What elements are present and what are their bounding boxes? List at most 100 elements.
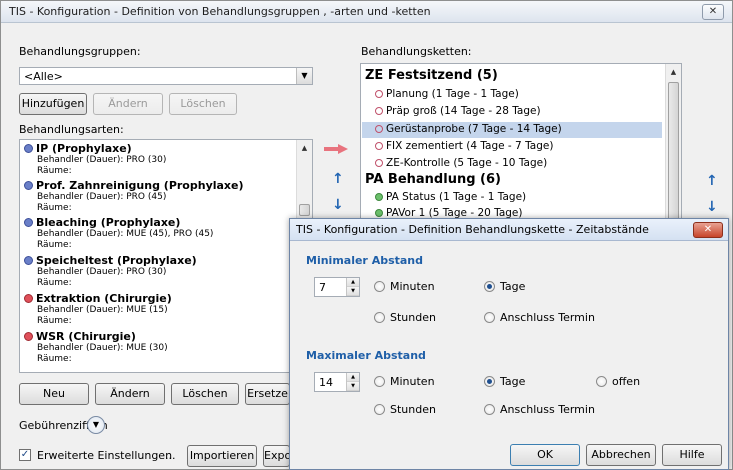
min-minuten-radio[interactable]: Minuten xyxy=(374,280,435,293)
art-raeume: Räume: xyxy=(37,278,72,288)
close-icon[interactable]: ✕ xyxy=(693,222,723,238)
kette-group-title: ZE Festsitzend (5) xyxy=(365,68,498,83)
art-name: IP (Prophylaxe) xyxy=(36,142,132,155)
arrow-down-icon[interactable]: ↓ xyxy=(332,197,344,213)
gruppen-selected: <Alle> xyxy=(24,70,63,83)
delete-art-button[interactable]: Löschen xyxy=(171,383,239,405)
ketten-list[interactable]: ZE Festsitzend (5) Planung (1 Tage - 1 T… xyxy=(360,63,682,223)
art-behandler: Behandler (Dauer): PRO (30) xyxy=(37,267,167,277)
kette-group-title: PA Behandlung (6) xyxy=(365,172,501,187)
list-item[interactable]: Extraktion (Chirurgie) Behandler (Dauer)… xyxy=(24,292,172,327)
add-gruppe-button[interactable]: Hinzufügen xyxy=(19,93,87,115)
arrow-down-icon[interactable]: ↓ xyxy=(706,199,718,215)
art-raeume: Räume: xyxy=(37,354,72,364)
radio-label: Anschluss Termin xyxy=(500,403,595,416)
new-art-button[interactable]: Neu xyxy=(19,383,89,405)
min-stunden-radio[interactable]: Stunden xyxy=(374,311,436,324)
cancel-button[interactable]: Abbrechen xyxy=(586,444,656,466)
ellipsis-text: ... xyxy=(165,449,176,462)
kette-item-label: Planung (1 Tage - 1 Tage) xyxy=(386,88,519,100)
art-behandler: Behandler (Dauer): PRO (45) xyxy=(37,192,167,202)
status-dot-icon xyxy=(24,256,33,265)
art-name: WSR (Chirurgie) xyxy=(36,330,136,343)
chevron-down-icon[interactable]: ▼ xyxy=(296,68,312,84)
arrow-up-icon[interactable]: ↑ xyxy=(706,173,718,189)
arten-list[interactable]: IP (Prophylaxe) Behandler (Dauer): PRO (… xyxy=(19,139,313,373)
help-button[interactable]: Hilfe xyxy=(662,444,722,466)
spin-up-icon[interactable]: ▲ xyxy=(347,278,359,287)
gruppen-label: Behandlungsgruppen: xyxy=(19,45,141,58)
radio-label: Tage xyxy=(500,375,526,388)
max-stunden-radio[interactable]: Stunden xyxy=(374,403,436,416)
list-item[interactable]: WSR (Chirurgie) Behandler (Dauer): MUE (… xyxy=(24,330,168,365)
radio-label: Minuten xyxy=(390,280,435,293)
max-anschluss-radio[interactable]: Anschluss Termin xyxy=(484,403,595,416)
list-item[interactable]: Präp groß (14 Tage - 28 Tage) xyxy=(375,105,541,117)
status-dot-icon xyxy=(24,218,33,227)
min-value-stepper[interactable]: 7 ▲ ▼ xyxy=(314,277,360,297)
spin-down-icon[interactable]: ▼ xyxy=(347,382,359,391)
ring-icon xyxy=(375,209,383,217)
list-item[interactable]: Gerüstanprobe (7 Tage - 14 Tage) xyxy=(375,123,562,135)
min-tage-radio[interactable]: Tage xyxy=(484,280,525,293)
replace-art-button[interactable]: Ersetze xyxy=(245,383,290,405)
list-item[interactable]: IP (Prophylaxe) Behandler (Dauer): PRO (… xyxy=(24,142,166,177)
status-dot-icon xyxy=(24,144,33,153)
art-behandler: Behandler (Dauer): PRO (30) xyxy=(37,155,167,165)
art-behandler: Behandler (Dauer): MUE (15) xyxy=(37,305,168,315)
list-item[interactable]: ZE-Kontrolle (5 Tage - 10 Tage) xyxy=(375,157,547,169)
min-value: 7 xyxy=(319,281,326,294)
radio-label: Stunden xyxy=(390,403,436,416)
delete-gruppe-button[interactable]: Löschen xyxy=(169,93,237,115)
status-dot-icon xyxy=(24,181,33,190)
ring-icon xyxy=(375,107,383,115)
ok-button[interactable]: OK xyxy=(510,444,580,466)
list-item[interactable]: Planung (1 Tage - 1 Tage) xyxy=(375,88,519,100)
scroll-up-icon[interactable]: ▲ xyxy=(666,64,681,80)
list-item[interactable]: FIX zementiert (4 Tage - 7 Tage) xyxy=(375,140,553,152)
list-item[interactable]: Prof. Zahnreinigung (Prophylaxe) Behandl… xyxy=(24,179,244,214)
min-anschluss-radio[interactable]: Anschluss Termin xyxy=(484,311,595,324)
gruppen-dropdown[interactable]: <Alle> ▼ xyxy=(19,67,313,85)
kette-item-label: FIX zementiert (4 Tage - 7 Tage) xyxy=(386,140,554,152)
scroll-up-icon[interactable]: ▲ xyxy=(297,140,312,156)
list-item[interactable]: PA Status (1 Tage - 1 Tage) xyxy=(375,191,526,203)
export-button[interactable]: Expo xyxy=(263,445,290,467)
dialog-title: TIS - Konfiguration - Definition Behandl… xyxy=(296,223,649,236)
edit-art-button[interactable]: Ändern xyxy=(95,383,165,405)
radio-label: Stunden xyxy=(390,311,436,324)
art-raeume: Räume: xyxy=(37,240,72,250)
art-raeume: Räume: xyxy=(37,166,72,176)
ketten-scrollbar[interactable]: ▲ xyxy=(665,64,681,222)
expand-chevron-icon[interactable]: ▼ xyxy=(87,416,105,434)
radio-label: Anschluss Termin xyxy=(500,311,595,324)
scroll-thumb[interactable] xyxy=(668,82,679,220)
spin-down-icon[interactable]: ▼ xyxy=(347,287,359,296)
ring-icon xyxy=(375,159,383,167)
close-icon[interactable]: ✕ xyxy=(702,4,724,20)
art-behandler: Behandler (Dauer): MUE (45), PRO (45) xyxy=(37,229,214,239)
list-item[interactable]: Speicheltest (Prophylaxe) Behandler (Dau… xyxy=(24,254,197,289)
arrow-right-icon[interactable] xyxy=(324,144,348,154)
radio-label: Tage xyxy=(500,280,526,293)
spin-up-icon[interactable]: ▲ xyxy=(347,373,359,382)
radio-label: Minuten xyxy=(390,375,435,388)
arten-label: Behandlungsarten: xyxy=(19,123,124,136)
max-minuten-radio[interactable]: Minuten xyxy=(374,375,435,388)
dialog-title-bar: TIS - Konfiguration - Definition Behandl… xyxy=(290,219,728,241)
window-title: TIS - Konfiguration - Definition von Beh… xyxy=(9,5,431,18)
max-value-stepper[interactable]: 14 ▲ ▼ xyxy=(314,372,360,392)
max-tage-radio[interactable]: Tage xyxy=(484,375,525,388)
arrow-up-icon[interactable]: ↑ xyxy=(332,171,344,187)
scroll-thumb[interactable] xyxy=(299,204,310,216)
edit-gruppe-button[interactable]: Ändern xyxy=(93,93,163,115)
list-item[interactable]: Bleaching (Prophylaxe) Behandler (Dauer)… xyxy=(24,216,213,251)
extended-settings-checkbox[interactable]: ✓ xyxy=(19,449,31,461)
ring-icon xyxy=(375,90,383,98)
art-raeume: Räume: xyxy=(37,203,72,213)
max-offen-radio[interactable]: offen xyxy=(596,375,640,388)
kette-item-label: Gerüstanprobe (7 Tage - 14 Tage) xyxy=(386,123,562,135)
extended-settings-label: Erweiterte Einstellungen xyxy=(37,449,173,462)
import-button[interactable]: Importieren xyxy=(187,445,257,467)
status-dot-icon xyxy=(24,294,33,303)
